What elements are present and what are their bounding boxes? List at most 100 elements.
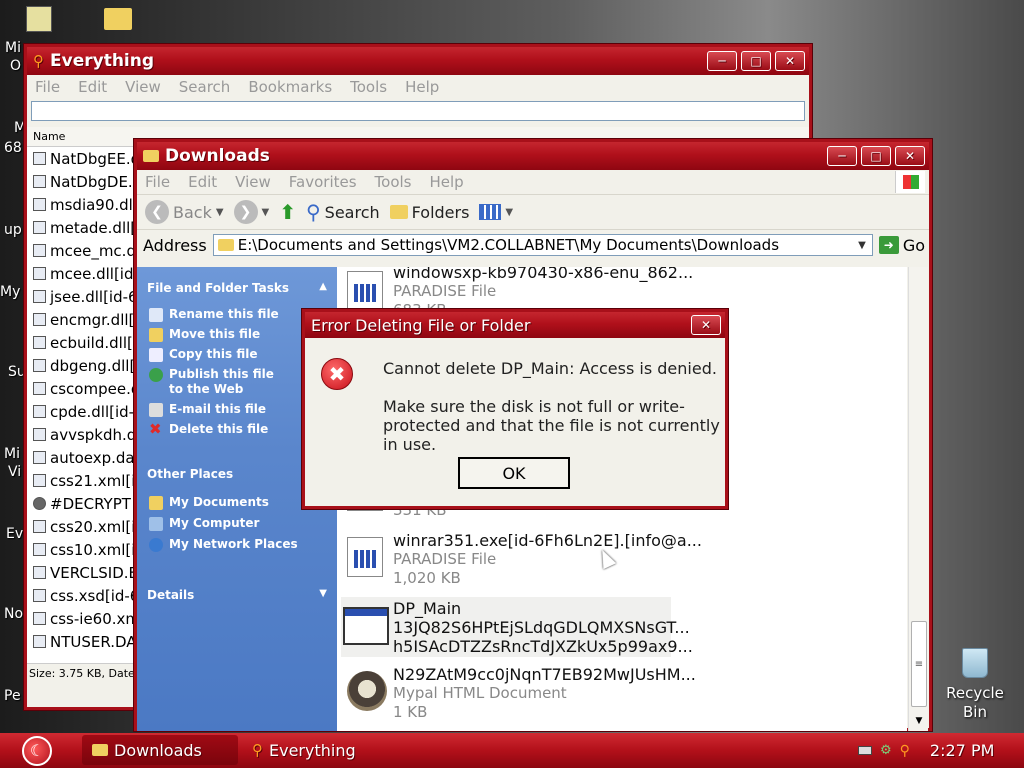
views-icon — [479, 204, 502, 220]
recycle-bin[interactable]: Recycle Bin — [940, 648, 1010, 722]
file-folder-tasks-header[interactable]: File and Folder Tasks ▲ — [137, 281, 337, 295]
file-icon — [33, 359, 46, 372]
everything-search-input[interactable] — [31, 101, 805, 121]
up-folder-button[interactable]: ⬆ — [279, 200, 296, 224]
menu-help[interactable]: Help — [405, 78, 439, 96]
desktop-folder-icon[interactable] — [104, 8, 132, 30]
menu-file[interactable]: File — [145, 173, 170, 191]
file-icon — [33, 313, 46, 326]
back-arrow-icon: ❮ — [145, 200, 169, 224]
menu-tools[interactable]: Tools — [375, 173, 412, 191]
file-icon — [33, 520, 46, 533]
desktop-label-fragment: up — [4, 222, 22, 238]
file-icon — [33, 451, 46, 464]
file-icon — [33, 175, 46, 188]
keyboard-icon[interactable] — [858, 746, 872, 755]
address-bar: Address E:\Documents and Settings\VM2.CO… — [137, 230, 929, 260]
collapse-icon: ▲ — [319, 281, 327, 292]
menu-favorites[interactable]: Favorites — [289, 173, 357, 191]
menu-file[interactable]: File — [35, 78, 60, 96]
file-icon — [33, 152, 46, 165]
menu-view[interactable]: View — [235, 173, 271, 191]
desktop-label-fragment: No — [4, 606, 24, 622]
desktop-icon-top-left[interactable] — [26, 6, 52, 32]
scroll-down-icon[interactable]: ▼ — [911, 713, 927, 729]
application-icon — [343, 607, 389, 645]
magnifier-icon: ⚲ — [33, 52, 44, 70]
clock[interactable]: 2:27 PM — [930, 741, 994, 760]
desktop-label-fragment: 68 — [4, 140, 22, 156]
window-title: Downloads — [165, 146, 270, 166]
everything-titlebar[interactable]: ⚲ Everything ─ □ ✕ — [27, 47, 809, 75]
explorer-menubar: File Edit View Favorites Tools Help — [137, 170, 929, 194]
taskbar-item-everything[interactable]: ⚲ Everything — [242, 735, 398, 765]
desktop-label-fragment: My — [0, 284, 21, 300]
file-icon — [33, 589, 46, 602]
file-icon — [33, 336, 46, 349]
go-arrow-icon: ➜ — [878, 236, 899, 254]
window-title: Everything — [50, 51, 155, 71]
globe-icon — [149, 368, 163, 382]
paradise-file-icon — [347, 271, 383, 311]
minimize-button[interactable]: ─ — [707, 51, 737, 71]
taskbar-item-downloads[interactable]: Downloads — [82, 735, 238, 765]
views-button[interactable]: ▼ — [479, 204, 513, 220]
chevron-down-icon[interactable]: ▼ — [858, 240, 866, 251]
folder-icon — [143, 150, 159, 162]
menu-search[interactable]: Search — [179, 78, 231, 96]
network-icon[interactable]: ⚙ — [880, 743, 892, 758]
ok-button[interactable]: OK — [458, 457, 570, 489]
back-button[interactable]: ❮ Back ▼ — [145, 200, 224, 224]
desktop-label-fragment: Vi — [8, 464, 22, 480]
file-icon — [33, 244, 46, 257]
paradise-file-icon — [347, 537, 383, 577]
close-button[interactable]: ✕ — [895, 146, 925, 166]
file-icon — [33, 221, 46, 234]
maximize-button[interactable]: □ — [861, 146, 891, 166]
magnifier-icon[interactable]: ⚲ — [900, 743, 910, 759]
forward-button[interactable]: ❯ ▼ — [233, 200, 269, 224]
dialog-close-button[interactable]: ✕ — [691, 315, 721, 335]
file-icon — [33, 405, 46, 418]
dialog-titlebar[interactable]: Error Deleting File or Folder ✕ — [305, 312, 725, 338]
scroll-thumb[interactable]: ≡ — [911, 621, 927, 707]
crescent-star-icon: ☾ — [29, 741, 45, 760]
menu-bookmarks[interactable]: Bookmarks — [248, 78, 332, 96]
vertical-scrollbar[interactable]: ▼ ≡ — [908, 267, 928, 731]
explorer-toolbar: ❮ Back ▼ ❯ ▼ ⬆ ⚲ Search Folders ▼ — [137, 194, 929, 230]
menu-edit[interactable]: Edit — [78, 78, 107, 96]
delete-x-icon: ✖ — [149, 420, 162, 438]
minimize-button[interactable]: ─ — [827, 146, 857, 166]
folder-icon — [217, 239, 234, 251]
list-item[interactable]: windowsxp-kb970430-x86-enu_862... PARADI… — [347, 267, 693, 319]
address-label: Address — [143, 235, 207, 255]
file-icon — [33, 635, 46, 648]
folders-button[interactable]: Folders — [389, 203, 469, 222]
menu-tools[interactable]: Tools — [350, 78, 387, 96]
desktop-label-fragment: Mi — [5, 40, 21, 56]
menu-help[interactable]: Help — [430, 173, 464, 191]
magnifier-icon: ⚲ — [252, 741, 263, 759]
menu-edit[interactable]: Edit — [188, 173, 217, 191]
move-icon — [149, 328, 163, 342]
close-button[interactable]: ✕ — [775, 51, 805, 71]
place-my-computer[interactable]: My Computer — [137, 516, 337, 531]
maximize-button[interactable]: □ — [741, 51, 771, 71]
recycle-bin-icon — [962, 648, 988, 678]
file-icon — [33, 382, 46, 395]
place-my-network[interactable]: My Network Places — [137, 537, 337, 552]
search-button[interactable]: ⚲ Search — [306, 200, 380, 224]
details-header[interactable]: Details ▼ — [137, 588, 337, 602]
explorer-titlebar[interactable]: Downloads ─ □ ✕ — [137, 142, 929, 170]
start-button[interactable]: ☾ — [22, 736, 52, 766]
list-item-selected[interactable]: DP_Main 13JQ82S6HPtEjSLdqGDLQMXSNsGT... … — [341, 597, 693, 657]
folder-icon — [92, 744, 108, 756]
file-icon — [33, 543, 46, 556]
go-button[interactable]: ➜ Go — [878, 236, 925, 255]
list-item[interactable]: winrar351.exe[id-6Fh6Ln2E].[info@a... PA… — [347, 531, 702, 587]
address-input[interactable]: E:\Documents and Settings\VM2.COLLABNET\… — [212, 234, 873, 256]
expand-icon: ▼ — [319, 588, 327, 599]
menu-view[interactable]: View — [125, 78, 161, 96]
search-icon: ⚲ — [306, 200, 321, 224]
file-icon — [33, 267, 46, 280]
